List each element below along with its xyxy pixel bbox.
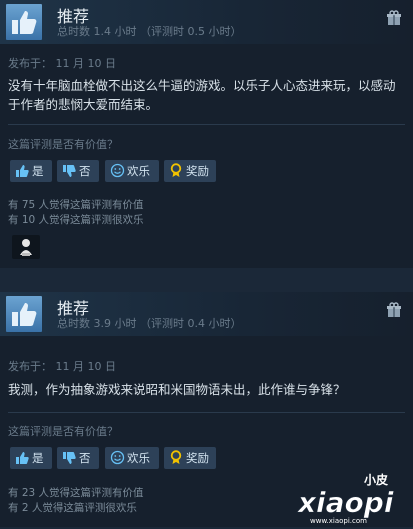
- vote-yes-label: 是: [32, 164, 44, 178]
- vote-funny-button[interactable]: 欢乐: [105, 447, 159, 469]
- award-icon: [169, 450, 183, 472]
- award-label: 奖励: [186, 164, 209, 178]
- vote-yes-button[interactable]: 是: [10, 160, 52, 182]
- review-header: 推荐 总时数 1.4 小时 （评测时 0.5 小时）: [0, 0, 413, 44]
- helpful-question: 这篇评测是否有价值？: [8, 425, 118, 438]
- posted-date: 发布于： 11 月 10 日: [8, 57, 116, 70]
- vote-no-button[interactable]: 否: [57, 160, 99, 182]
- gift-icon[interactable]: [386, 302, 402, 322]
- vote-yes-button[interactable]: 是: [10, 447, 52, 469]
- vote-no-button[interactable]: 否: [57, 447, 99, 469]
- review-card: 推荐 总时数 1.4 小时 （评测时 0.5 小时） 发布于： 11 月 10 …: [0, 0, 413, 268]
- funny-count: 有 2 人觉得这篇评测很欢乐: [8, 502, 137, 514]
- smiley-icon: [110, 450, 125, 472]
- review-text: 我测，作为抽象游戏来说昭和米国物语未出，此作谁与争锋？: [8, 382, 346, 397]
- funny-count: 有 10 人觉得这篇评测很欢乐: [8, 214, 144, 226]
- award-icon: [169, 163, 183, 185]
- watermark-sub: www.xiaopi.com: [310, 517, 367, 525]
- posted-date: 发布于： 11 月 10 日: [8, 360, 116, 373]
- award-button[interactable]: 奖励: [164, 447, 216, 469]
- watermark-logo: 小皮 xiaopi www.xiaopi.com: [296, 470, 411, 525]
- helpful-count: 有 75 人觉得这篇评测有价值: [8, 199, 144, 211]
- avatar[interactable]: [12, 235, 40, 259]
- vote-funny-label: 欢乐: [127, 451, 150, 465]
- helpful-question: 这篇评测是否有价值？: [8, 138, 118, 151]
- thumbs-up-icon: [15, 450, 29, 472]
- vote-funny-button[interactable]: 欢乐: [105, 160, 159, 182]
- thumbs-up-icon: [6, 296, 42, 332]
- watermark-main: xiaopi: [296, 486, 394, 519]
- vote-no-label: 否: [79, 451, 91, 465]
- thumbs-down-icon: [62, 450, 76, 472]
- award-button[interactable]: 奖励: [164, 160, 216, 182]
- vote-yes-label: 是: [32, 451, 44, 465]
- thumbs-up-icon: [6, 4, 42, 40]
- vote-funny-label: 欢乐: [127, 164, 150, 178]
- vote-no-label: 否: [79, 164, 91, 178]
- gift-icon[interactable]: [386, 10, 402, 30]
- divider: [8, 412, 405, 413]
- thumbs-up-icon: [15, 163, 29, 185]
- divider: [8, 124, 405, 125]
- review-header: 推荐 总时数 3.9 小时 （评测时 0.4 小时）: [0, 292, 413, 336]
- playtime-hours: 总时数 1.4 小时 （评测时 0.5 小时）: [57, 25, 242, 38]
- playtime-hours: 总时数 3.9 小时 （评测时 0.4 小时）: [57, 317, 242, 330]
- thumbs-down-icon: [62, 163, 76, 185]
- watermark-top: 小皮: [364, 472, 388, 487]
- smiley-icon: [110, 163, 125, 185]
- helpful-count: 有 23 人觉得这篇评测有价值: [8, 487, 144, 499]
- award-label: 奖励: [186, 451, 209, 465]
- review-text: 没有十年脑血栓做不出这么牛逼的游戏。以乐子人心态进来玩，以感动于作者的悲悯大爱而…: [8, 78, 396, 112]
